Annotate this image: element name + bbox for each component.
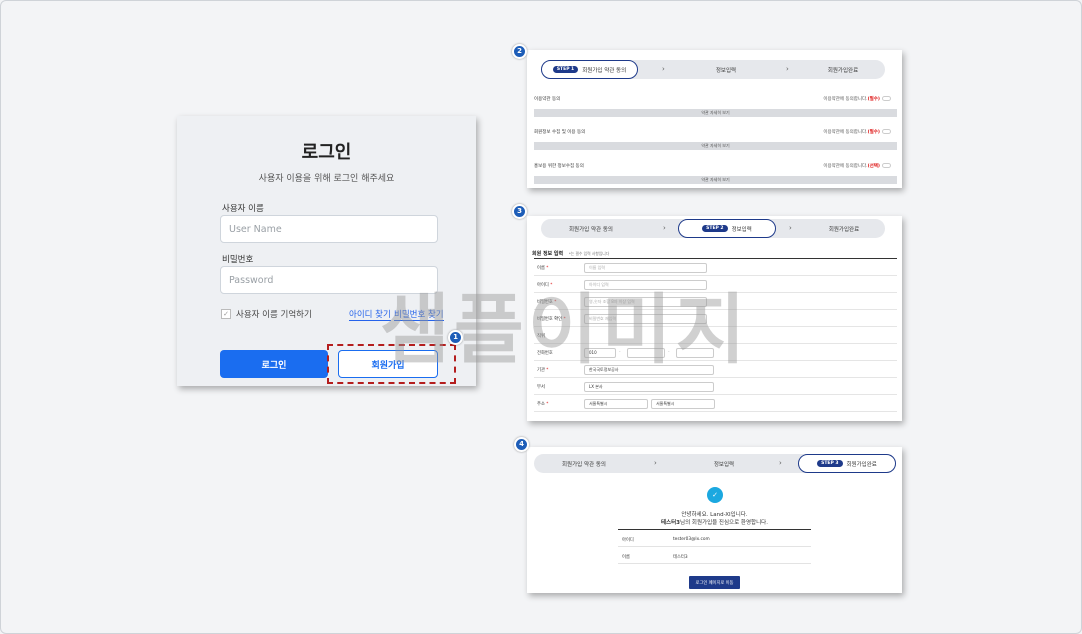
agreement-row: 이용약관 동의 이용약관에 동의합니다.(필수) [534, 96, 897, 107]
form-row-dept: 부서 LX 본사 [534, 379, 897, 395]
form-row-id: 아이디 * 아이디 입력 [534, 277, 897, 293]
info-row-name: 이름 테스터3 [618, 548, 811, 564]
agreement-row: 회원정보 수집 및 이용 동의 이용약관에 동의합니다.(필수) [534, 129, 897, 140]
address-city-select[interactable]: 서울특별시 [584, 399, 648, 409]
toggle-switch[interactable] [882, 163, 891, 168]
toggle-switch[interactable] [882, 96, 891, 101]
agreement-panel: STEP 1 회원가입 약관 동의 › 정보입력 › 회원가입완료 이용약관 동… [527, 50, 902, 188]
step-label: 회원가입완료 [846, 461, 877, 468]
step-label: 회원가입 약관 동의 [582, 67, 627, 74]
password-confirm-field[interactable]: 비밀번호 재입력 [584, 314, 707, 324]
phone-middle-input[interactable] [627, 348, 665, 358]
page-title: 로그인 [301, 142, 352, 163]
go-login-button[interactable]: 로그인 페이지로 이동 [689, 576, 740, 589]
name-input[interactable]: 이름 입력 [584, 263, 707, 273]
form-row-password: 비밀번호 * 영,숫자 조합 8자 이상 입력 [534, 294, 897, 310]
step-1-active: STEP 1 회원가입 약관 동의 [541, 60, 638, 79]
step-pill: STEP 3 [817, 460, 843, 467]
chevron-right-icon: › [654, 459, 657, 467]
step-3-active: STEP 3 회원가입완료 [798, 454, 896, 473]
id-input[interactable]: 아이디 입력 [584, 280, 707, 290]
phone-prefix-select[interactable]: 010 [584, 348, 616, 358]
find-password-link[interactable]: 비밀번호 찾기 [394, 308, 444, 321]
expand-terms-button[interactable]: 약관 자세히 보기 [534, 176, 897, 184]
form-row-position: 직위 [534, 328, 897, 344]
username-input[interactable] [220, 215, 438, 243]
form-row-address: 주소 * 서울특별시 서울특별시 [534, 396, 897, 412]
step-bar: 회원가입 약관 동의 › STEP 2 정보입력 › 회원가입완료 [541, 219, 885, 238]
find-id-link[interactable]: 아이디 찾기 [349, 308, 391, 321]
form-section-title: 회원 정보 입력 *는 필수 입력 사항입니다 [532, 251, 610, 257]
check-icon: ✓ [221, 309, 231, 319]
form-row-name: 이름 * 이름 입력 [534, 260, 897, 276]
info-form-panel: 회원가입 약관 동의 › STEP 2 정보입력 › 회원가입완료 회원 정보 … [527, 216, 902, 421]
remember-label: 사용자 이름 기억하기 [236, 310, 312, 320]
info-row-id: 아이디 tester03@lx.com [618, 531, 811, 547]
form-row-password-confirm: 비밀번호 확인 * 비밀번호 재입력 [534, 311, 897, 327]
user-check-icon: ✓ [707, 487, 723, 503]
login-button[interactable]: 로그인 [220, 350, 328, 378]
step-badge-3: 3 [512, 204, 527, 219]
step-bar: 회원가입 약관 동의 › 정보입력 › STEP 3 회원가입완료 [534, 454, 896, 473]
phone-last-input[interactable] [676, 348, 714, 358]
password-field[interactable]: 영,숫자 조합 8자 이상 입력 [584, 297, 707, 307]
page-subtitle: 사용자 이용을 위해 로그인 해주세요 [258, 174, 395, 184]
chevron-right-icon: › [789, 224, 792, 232]
expand-terms-button[interactable]: 약관 자세히 보기 [534, 142, 897, 150]
address-district-select[interactable]: 서울특별시 [651, 399, 715, 409]
password-input[interactable] [220, 266, 438, 294]
chevron-right-icon: › [663, 224, 666, 232]
step-2: 정보입력 [715, 67, 737, 74]
welcome-text: 테스터3님의 회원가입을 진심으로 환영합니다. [661, 520, 768, 526]
step-badge-2: 2 [512, 44, 527, 59]
expand-terms-button[interactable]: 약관 자세히 보기 [534, 109, 897, 117]
agreement-row: 홍보용 위한 정보수집 동의 이용약관에 동의합니다.(선택) [534, 163, 897, 174]
step-1: 회원가입 약관 동의 [569, 226, 613, 233]
dept-select[interactable]: LX 본사 [584, 382, 714, 392]
step-1: 회원가입 약관 동의 [562, 461, 606, 468]
join-highlight-box [327, 344, 456, 384]
password-label: 비밀번호 [222, 255, 254, 265]
org-select[interactable]: 한국국토정보공사 [584, 365, 714, 375]
form-row-org: 기관 * 한국국토정보공사 [534, 362, 897, 378]
step-2-active: STEP 2 정보입력 [678, 219, 776, 238]
step-pill: STEP 2 [702, 225, 728, 232]
step-badge-1: 1 [448, 330, 463, 345]
form-row-phone: 전화번호 010 - - [534, 345, 897, 361]
greeting-text: 안녕하세요. Land-XI입니다. [681, 512, 748, 518]
step-2: 정보입력 [713, 461, 735, 468]
complete-panel: 회원가입 약관 동의 › 정보입력 › STEP 3 회원가입완료 ✓ 안녕하세… [527, 447, 902, 593]
step-bar: STEP 1 회원가입 약관 동의 › 정보입력 › 회원가입완료 [541, 60, 885, 79]
step-label: 정보입력 [731, 226, 752, 233]
chevron-right-icon: › [662, 65, 665, 73]
chevron-right-icon: › [779, 459, 782, 467]
step-badge-4: 4 [514, 437, 529, 452]
toggle-switch[interactable] [882, 129, 891, 134]
step-pill: STEP 1 [552, 66, 579, 73]
chevron-right-icon: › [786, 65, 789, 73]
remember-checkbox[interactable]: ✓ 사용자 이름 기억하기 [221, 308, 312, 320]
step-3: 회원가입완료 [828, 226, 860, 233]
step-3: 회원가입완료 [827, 67, 859, 74]
username-label: 사용자 이름 [222, 204, 264, 214]
